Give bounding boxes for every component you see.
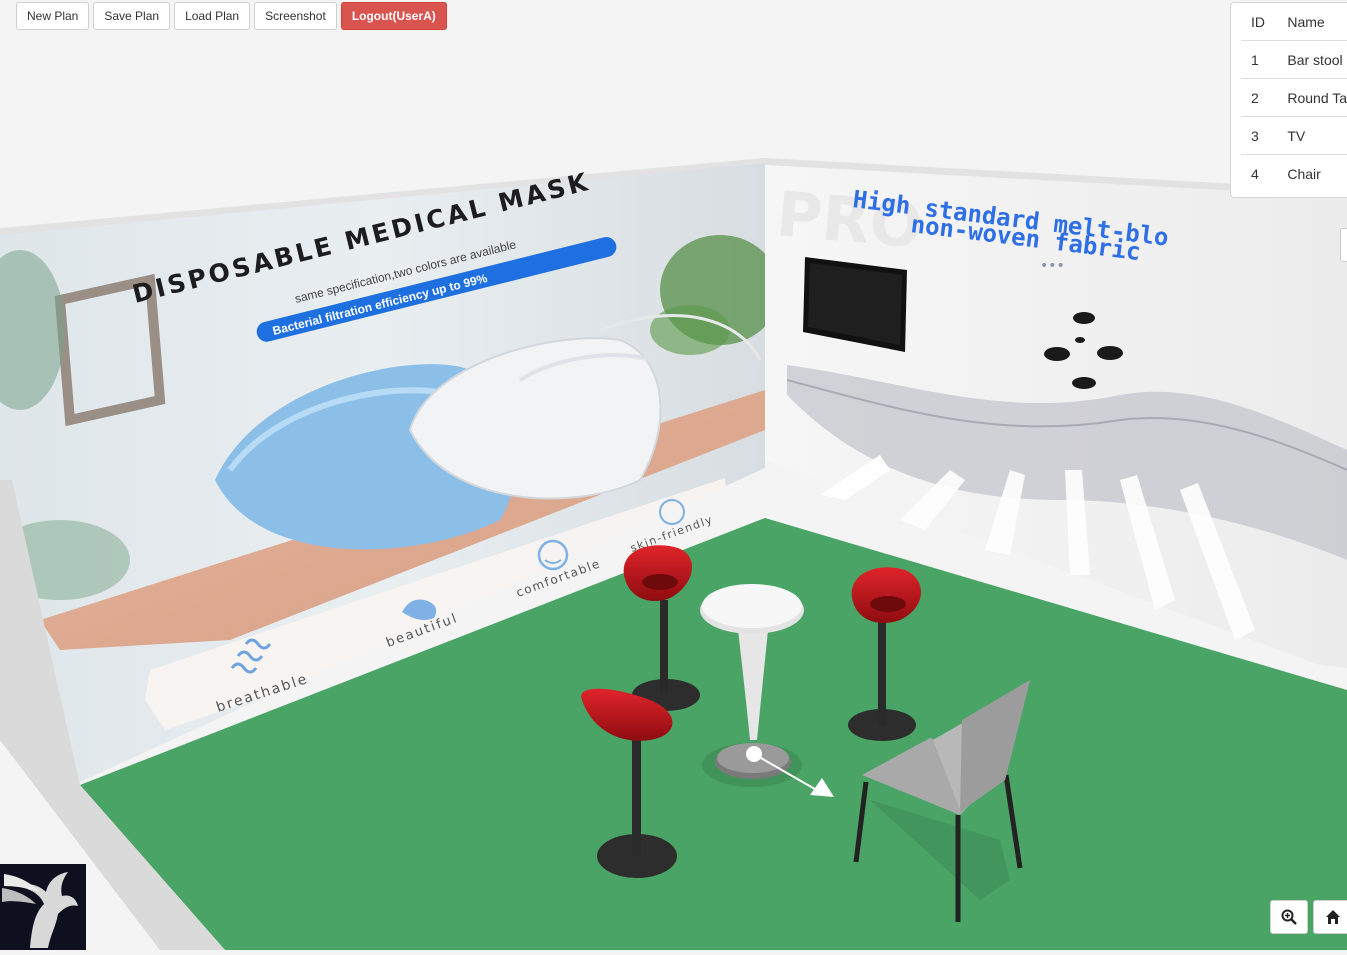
zoom-button[interactable]	[1270, 900, 1308, 934]
table-row[interactable]: 1 Bar stool	[1241, 40, 1347, 79]
load-plan-button[interactable]: Load Plan	[174, 2, 251, 30]
cell-id: 1	[1241, 40, 1278, 79]
item-table: ID Name 1 Bar stool 2 Round Tab 3 TV 4 C…	[1241, 3, 1347, 192]
cell-name: Bar stool	[1277, 40, 1347, 79]
room-3d-viewport[interactable]: DISPOSABLE MEDICAL MASK same specificati…	[0, 0, 1347, 950]
table-row[interactable]: 2 Round Tab	[1241, 78, 1347, 117]
cell-id: 4	[1241, 154, 1278, 192]
column-header-id: ID	[1241, 3, 1278, 41]
cell-id: 3	[1241, 116, 1278, 155]
table-header-row: ID Name	[1241, 3, 1347, 41]
panel-toggle-button[interactable]	[1340, 228, 1347, 262]
home-button[interactable]	[1313, 900, 1347, 934]
cell-name: TV	[1277, 116, 1347, 155]
logout-button[interactable]: Logout(UserA)	[340, 2, 447, 30]
item-list-panel: ID Name 1 Bar stool 2 Round Tab 3 TV 4 C…	[1230, 2, 1347, 198]
cell-name: Chair	[1277, 154, 1347, 192]
toolbar: New Plan Save Plan Load Plan Screenshot …	[16, 2, 447, 30]
right-wall-watermark: PRO	[774, 177, 926, 262]
cell-id: 2	[1241, 78, 1278, 117]
table-row[interactable]: 3 TV	[1241, 116, 1347, 155]
column-header-name: Name	[1277, 3, 1347, 41]
save-plan-button[interactable]: Save Plan	[93, 2, 171, 30]
pegasus-logo	[0, 864, 86, 950]
home-icon	[1326, 910, 1340, 924]
screenshot-button[interactable]: Screenshot	[254, 2, 337, 30]
cell-name: Round Tab	[1277, 78, 1347, 117]
zoom-in-icon	[1281, 909, 1297, 925]
new-plan-button[interactable]: New Plan	[16, 2, 90, 30]
pegasus-logo-icon	[2, 872, 78, 948]
table-row[interactable]: 4 Chair	[1241, 154, 1347, 192]
right-wall-dots: •••	[1040, 258, 1065, 274]
